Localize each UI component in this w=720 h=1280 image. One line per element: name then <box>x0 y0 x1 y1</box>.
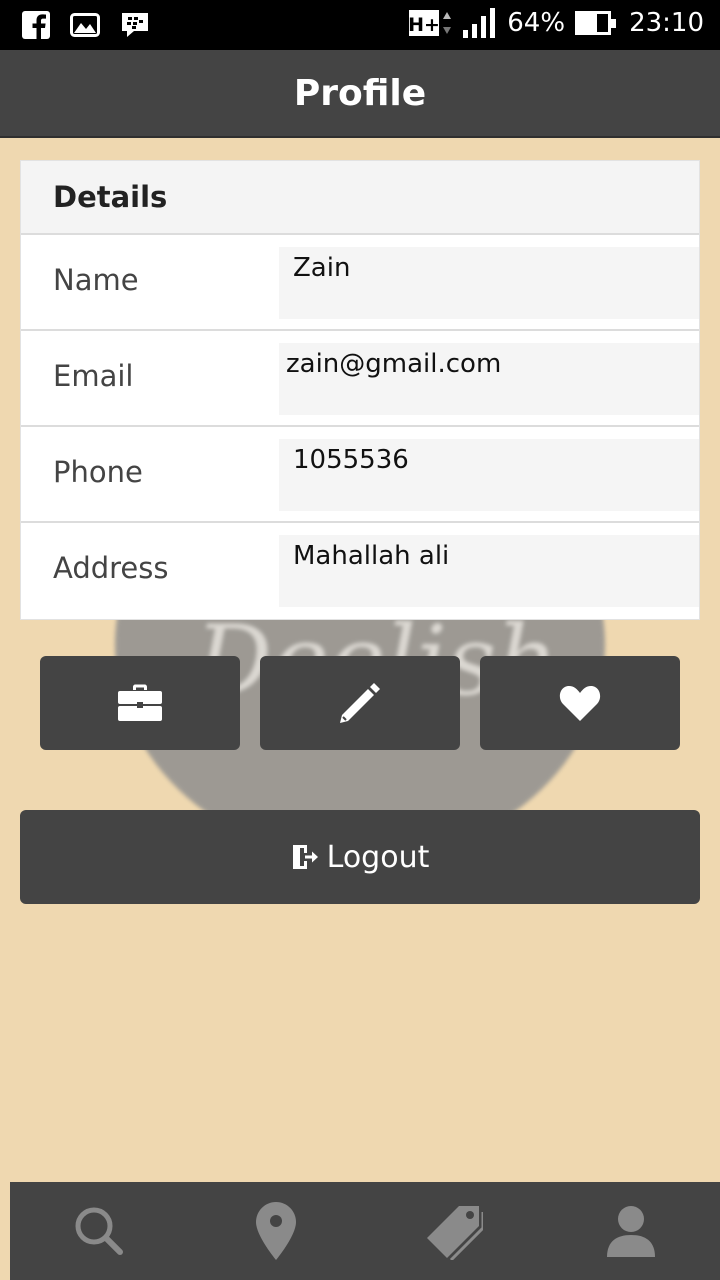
facebook-icon <box>22 11 50 39</box>
detail-row-email: Email zain@gmail.com <box>21 331 699 427</box>
pencil-icon <box>340 683 380 723</box>
briefcase-icon <box>118 684 162 721</box>
phone-field[interactable]: 1055536 <box>279 439 699 511</box>
name-field[interactable]: Zain <box>279 247 699 319</box>
phone-label: Phone <box>53 455 143 489</box>
logout-label: Logout <box>326 839 430 875</box>
name-label: Name <box>53 263 139 297</box>
details-title: Details <box>53 180 168 214</box>
favorites-button[interactable] <box>480 656 680 750</box>
email-field[interactable]: zain@gmail.com <box>279 343 699 415</box>
map-pin-icon <box>256 1202 297 1260</box>
logout-button[interactable]: Logout <box>20 810 700 904</box>
detail-row-address: Address Mahallah ali <box>21 523 699 619</box>
detail-row-phone: Phone 1055536 <box>21 427 699 523</box>
gallery-icon <box>70 13 100 37</box>
tag-icon <box>426 1206 483 1260</box>
orders-button[interactable] <box>40 656 240 750</box>
heart-icon <box>559 686 601 721</box>
email-label: Email <box>53 359 134 393</box>
signal-icon <box>463 8 496 38</box>
nav-map[interactable] <box>188 1182 366 1280</box>
battery-icon <box>575 11 617 35</box>
address-field[interactable]: Mahallah ali <box>279 535 699 607</box>
bottom-nav <box>10 1182 720 1280</box>
clock: 23:10 <box>629 8 704 38</box>
battery-percent: 64% <box>507 8 566 38</box>
network-type-label: H+ <box>409 14 440 36</box>
user-icon <box>607 1206 656 1257</box>
page-title: Profile <box>293 72 427 114</box>
nav-profile[interactable] <box>543 1182 720 1280</box>
bbm-icon <box>122 13 148 37</box>
network-icon: H+ <box>409 10 452 36</box>
exit-door-icon <box>292 845 318 869</box>
app-bar: Profile <box>0 50 720 138</box>
nav-search[interactable] <box>10 1182 188 1280</box>
detail-row-name: Name Zain <box>21 235 699 331</box>
address-label: Address <box>53 551 169 585</box>
status-bar: H+ 64% 23:10 <box>0 0 720 50</box>
nav-deals[interactable] <box>365 1182 543 1280</box>
details-header: Details <box>21 161 699 235</box>
edit-profile-button[interactable] <box>260 656 460 750</box>
search-icon <box>75 1207 123 1255</box>
details-card: Details Name Zain Email zain@gmail.com P… <box>20 160 700 620</box>
